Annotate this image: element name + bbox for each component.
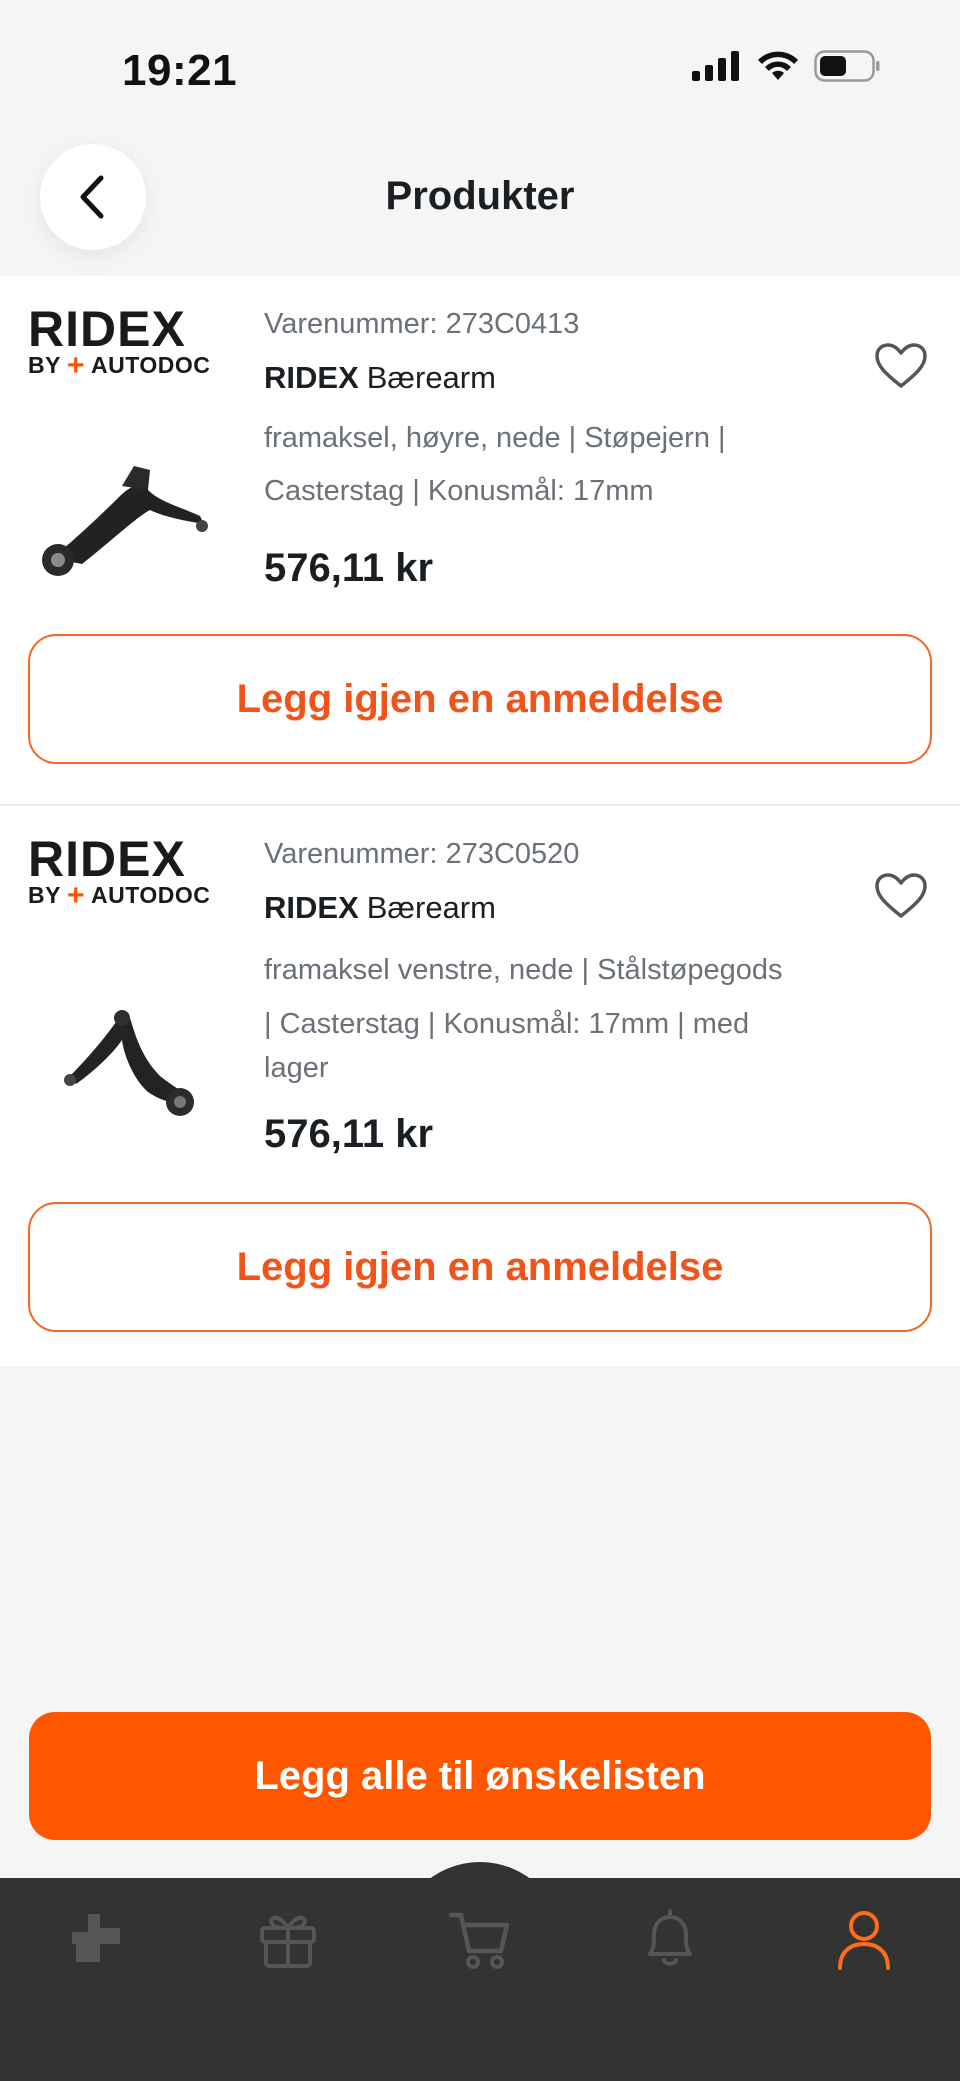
- control-arm-image: [64, 1010, 194, 1116]
- parts-icon: [72, 1914, 120, 1962]
- plus-icon: +: [66, 878, 85, 912]
- gift-icon: [260, 1915, 316, 1968]
- bell-icon: [648, 1909, 692, 1966]
- cart-icon: [448, 1912, 510, 1969]
- nav-parts[interactable]: [56, 1900, 136, 1980]
- ridex-logo-icon: RIDEX: [28, 304, 186, 350]
- nav-cart[interactable]: [440, 1900, 520, 1980]
- logo-subline: BY + AUTODOC: [28, 878, 211, 912]
- header: Produkter: [0, 130, 960, 276]
- product-info: Varenummer: 273C0520 RIDEX Bærearm framak…: [264, 834, 834, 1086]
- product-list: RIDEX BY + AUTODOC Varenummer: 273C0413 …: [0, 276, 960, 1366]
- add-all-to-wishlist-button[interactable]: Legg alle til ønskelisten: [29, 1712, 931, 1840]
- nav-gifts[interactable]: [248, 1900, 328, 1980]
- brand-name: RIDEX: [264, 890, 359, 925]
- price-label: 576,11 kr: [264, 546, 434, 590]
- control-arm-image: [42, 466, 208, 576]
- review-button[interactable]: Legg igjen en anmeldelse: [28, 634, 932, 764]
- brand-logo: RIDEX BY + AUTODOC: [28, 304, 234, 382]
- product-name[interactable]: RIDEX Bærearm: [264, 888, 834, 928]
- page-title: Produkter: [385, 174, 575, 218]
- product-description: framaksel venstre, nede | Stålstøpegods …: [264, 954, 783, 1084]
- sku-label: Varenummer: 273C0520: [264, 838, 580, 870]
- price-label: 576,11 kr: [264, 1112, 434, 1156]
- battery-icon: [814, 50, 880, 82]
- heart-icon[interactable]: [874, 872, 928, 920]
- logo-subline: BY + AUTODOC: [28, 348, 211, 382]
- brand-name: RIDEX: [264, 360, 359, 395]
- status-time: 19:21: [122, 46, 238, 95]
- signal-icon: [692, 51, 739, 81]
- review-button[interactable]: Legg igjen en anmeldelse: [28, 1202, 932, 1332]
- status-bar: 19:21: [0, 0, 960, 130]
- wifi-icon: [758, 51, 798, 80]
- product-card: RIDEX BY + AUTODOC Varenummer: 273C0520 …: [0, 804, 960, 1366]
- product-title: Bærearm: [366, 890, 496, 925]
- heart-icon[interactable]: [874, 342, 928, 390]
- user-icon: [838, 1911, 890, 1970]
- product-name[interactable]: RIDEX Bærearm: [264, 358, 834, 398]
- brand-logo: RIDEX BY + AUTODOC: [28, 834, 234, 912]
- plus-icon: +: [66, 348, 85, 382]
- status-icons: [692, 50, 880, 82]
- svg-text:RIDEX: RIDEX: [28, 304, 186, 350]
- product-description: framaksel, høyre, nede | Støpejern | Cas…: [264, 422, 726, 507]
- nav-profile[interactable]: [824, 1900, 904, 1980]
- nav-notifications[interactable]: [630, 1900, 710, 1980]
- product-title: Bærearm: [366, 360, 496, 395]
- product-info: Varenummer: 273C0413 RIDEX Bærearm framak…: [264, 304, 834, 518]
- product-card: RIDEX BY + AUTODOC Varenummer: 273C0413 …: [0, 276, 960, 804]
- sku-label: Varenummer: 273C0413: [264, 308, 580, 340]
- svg-text:RIDEX: RIDEX: [28, 834, 186, 880]
- ridex-logo-icon: RIDEX: [28, 834, 186, 880]
